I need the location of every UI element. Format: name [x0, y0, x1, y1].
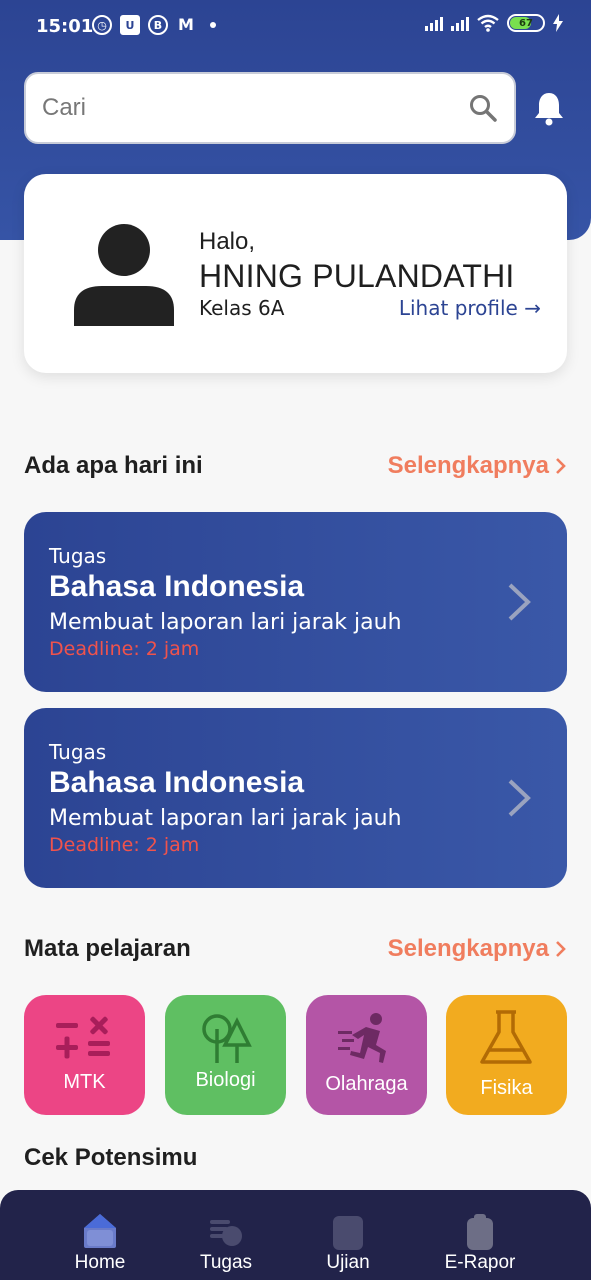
wifi-icon [477, 14, 499, 32]
task-subject: Bahasa Indonesia [49, 766, 305, 799]
nav-label: Tugas [199, 1252, 253, 1273]
nav-item-ujian[interactable]: Ujian [288, 1190, 408, 1280]
task-type: Tugas [49, 544, 107, 568]
task-deadline: Deadline: 2 jam [49, 834, 200, 856]
search-icon[interactable] [468, 93, 498, 123]
battery-level: 67 [519, 17, 533, 29]
more-notifications-icon [210, 22, 216, 28]
system-icons: 67 [425, 14, 563, 32]
task-deadline: Deadline: 2 jam [49, 638, 200, 660]
battery-icon: 67 [507, 14, 545, 32]
profile-card[interactable]: Halo, HNING PULANDATHI Kelas 6A Lihat pr… [24, 174, 567, 373]
signal-icon [451, 15, 469, 31]
subjects-title: Mata pelajaran [24, 935, 191, 962]
student-name: HNING PULANDATHI [199, 258, 515, 294]
bottom-navigation: Home Tugas Ujian E-Rapor [0, 1190, 591, 1280]
u-app-icon: U [120, 15, 140, 35]
view-profile-link[interactable]: Lihat profile → [399, 296, 541, 320]
flask-icon [480, 1010, 532, 1064]
nav-label: E-Rapor [444, 1252, 516, 1273]
nav-label: Home [74, 1252, 126, 1273]
b-app-icon: B [148, 15, 168, 35]
today-section-header: Ada apa hari ini Selengkapnya [24, 448, 567, 484]
view-profile-label: Lihat profile [398, 296, 518, 320]
exam-icon [333, 1216, 363, 1250]
today-title: Ada apa hari ini [24, 452, 203, 479]
avatar-icon [74, 224, 174, 326]
task-card[interactable]: Tugas Bahasa Indonesia Membuat laporan l… [24, 708, 567, 888]
search-input[interactable] [42, 94, 468, 122]
chevron-right-icon [508, 779, 531, 817]
subject-tile-fisika[interactable]: Fisika [446, 995, 567, 1115]
trees-icon [202, 1014, 252, 1063]
report-icon [467, 1214, 493, 1250]
running-person-icon [338, 1013, 386, 1063]
subject-tile-biologi[interactable]: Biologi [165, 995, 286, 1115]
chevron-right-icon [508, 583, 531, 621]
arrow-right-icon: → [524, 296, 541, 320]
task-description: Membuat laporan lari jarak jauh [49, 806, 402, 831]
subject-label: Biologi [195, 1069, 256, 1091]
potential-title: Cek Potensimu [24, 1144, 198, 1171]
nav-label: Ujian [326, 1252, 370, 1273]
subject-label: Olahraga [325, 1073, 408, 1095]
nav-item-home[interactable]: Home [40, 1190, 160, 1280]
notification-icons: ◷ U B M [92, 15, 216, 35]
status-time: 15:01 [36, 16, 94, 37]
chevron-right-icon [556, 458, 566, 474]
today-more-label: Selengkapnya [387, 452, 549, 479]
bell-icon[interactable] [532, 90, 566, 126]
math-operators-icon [56, 1016, 110, 1059]
tasks-icon [210, 1220, 242, 1246]
subject-label: Fisika [480, 1077, 533, 1099]
greeting-text: Halo, [199, 228, 256, 255]
task-description: Membuat laporan lari jarak jauh [49, 610, 402, 635]
status-bar: 15:01 ◷ U B M 67 [0, 0, 591, 44]
task-card[interactable]: Tugas Bahasa Indonesia Membuat laporan l… [24, 512, 567, 692]
alarm-icon: ◷ [92, 15, 112, 35]
home-icon [84, 1214, 116, 1248]
subjects-more-label: Selengkapnya [387, 935, 549, 962]
task-subject: Bahasa Indonesia [49, 570, 305, 603]
subject-tile-olahraga[interactable]: Olahraga [306, 995, 427, 1115]
nav-item-e-rapor[interactable]: E-Rapor [420, 1190, 540, 1280]
nav-item-tugas[interactable]: Tugas [166, 1190, 286, 1280]
subject-label: MTK [63, 1071, 106, 1093]
today-more-link[interactable]: Selengkapnya [388, 452, 567, 480]
student-class: Kelas 6A [199, 296, 285, 320]
subject-tile-mtk[interactable]: MTK [24, 995, 145, 1115]
chevron-right-icon [556, 941, 566, 957]
subjects-more-link[interactable]: Selengkapnya [388, 935, 567, 963]
charging-icon [553, 14, 563, 32]
search-bar[interactable] [24, 72, 516, 144]
signal-icon [425, 15, 443, 31]
subjects-section-header: Mata pelajaran Selengkapnya [24, 931, 567, 967]
gmail-icon: M [178, 15, 194, 34]
task-type: Tugas [49, 740, 107, 764]
